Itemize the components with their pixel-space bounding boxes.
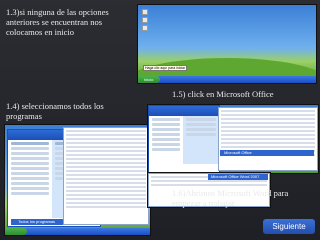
all-programs-label: Todos los programas — [18, 219, 56, 224]
screenshot-programs-list: Microsoft Office — [147, 104, 319, 174]
start-menu-header — [149, 106, 219, 116]
desktop-icon — [142, 9, 148, 15]
screenshot-start-menu: Todos los programas — [4, 124, 151, 236]
programs-submenu — [218, 107, 318, 171]
caption-step-3: 1.3)si ninguna de las opciones anteriore… — [6, 7, 109, 37]
word-2007-item[interactable]: Microsoft Office Word 2007 — [208, 174, 268, 180]
microsoft-office-item[interactable]: Microsoft Office — [220, 150, 314, 156]
start-menu-programs — [8, 140, 53, 218]
start-menu-programs — [149, 116, 183, 164]
start-menu — [148, 105, 220, 173]
next-button[interactable]: Siguiente — [263, 219, 315, 234]
start-tooltip: Haga clic aquí para iniciar — [143, 65, 188, 71]
start-button[interactable]: Inicio — [138, 76, 160, 83]
start-button-label: Inicio — [144, 77, 154, 82]
caption-step-6: 1.6)Abrimos Microsoft Word para empezar … — [172, 188, 289, 208]
start-menu-places — [182, 116, 219, 164]
word-2007-label: Microsoft Office Word 2007 — [211, 174, 260, 179]
start-button[interactable] — [5, 228, 27, 235]
programs-submenu — [63, 127, 149, 225]
desktop-icon — [142, 17, 148, 23]
desktop-icon — [142, 25, 148, 31]
screenshot-desktop: Haga clic aquí para iniciar Inicio — [137, 4, 317, 84]
caption-step-5: 1.5) click en Microsoft Office — [172, 89, 274, 99]
taskbar — [138, 76, 316, 83]
microsoft-office-label: Microsoft Office — [224, 150, 252, 155]
all-programs-item[interactable]: Todos los programas — [11, 219, 63, 225]
caption-step-4: 1.4) seleccionamos todos los programas — [6, 101, 104, 121]
